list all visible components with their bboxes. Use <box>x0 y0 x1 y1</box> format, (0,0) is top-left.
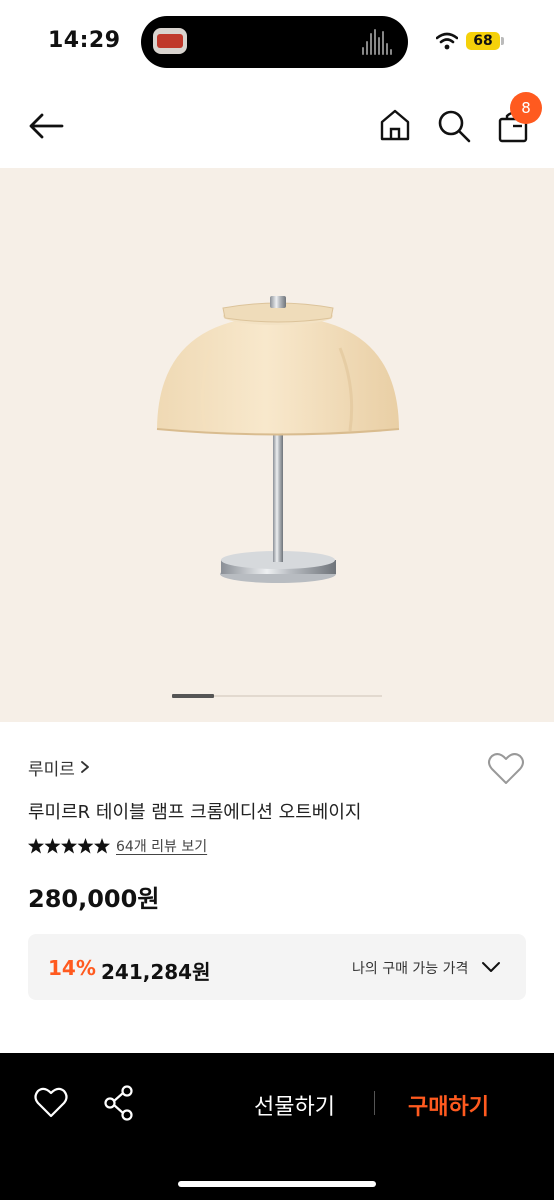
my-price-label: 나의 구매 가능 가격 <box>352 961 469 977</box>
my-price-value: 241,284원 <box>101 960 211 984</box>
wishlist-heart-icon[interactable] <box>487 752 525 786</box>
cart-count-badge: 8 <box>510 92 542 124</box>
star-icon <box>44 838 61 854</box>
star-icon <box>61 838 77 854</box>
battery-indicator: 68 <box>466 32 500 50</box>
dynamic-island <box>141 16 408 68</box>
gallery-pager-indicator <box>172 694 214 698</box>
status-bar: 14:29 68 <box>0 0 554 84</box>
now-playing-app-icon <box>153 28 187 54</box>
home-icon[interactable] <box>378 108 412 142</box>
my-price-panel[interactable]: 14% 241,284원 나의 구매 가능 가격 <box>28 934 526 1000</box>
product-title: 루미르R 테이블 램프 크롬에디션 오트베이지 <box>28 802 362 823</box>
buy-button[interactable]: 구매하기 <box>408 1089 489 1121</box>
table-lamp-image <box>156 296 400 583</box>
star-icon <box>28 838 44 854</box>
bottom-bar-divider <box>374 1091 375 1115</box>
search-icon[interactable] <box>436 108 472 144</box>
bottom-action-bar: 선물하기 구매하기 <box>0 1053 554 1200</box>
home-indicator[interactable] <box>178 1181 376 1187</box>
share-icon[interactable] <box>103 1085 135 1121</box>
wifi-icon <box>436 32 458 50</box>
rating-stars <box>28 838 110 854</box>
star-icon <box>77 838 94 854</box>
battery-tip <box>501 37 504 45</box>
star-icon <box>94 838 110 854</box>
like-heart-icon[interactable] <box>34 1087 68 1119</box>
review-link[interactable]: 64개 리뷰 보기 <box>116 836 207 856</box>
chevron-right-icon[interactable] <box>80 760 90 774</box>
discount-rate: 14% <box>48 956 96 980</box>
gift-button[interactable]: 선물하기 <box>254 1089 335 1121</box>
chevron-down-icon[interactable] <box>481 961 501 973</box>
brand-link[interactable]: 루미르 <box>28 755 75 780</box>
top-nav <box>0 84 554 168</box>
product-price: 280,000원 <box>28 885 160 913</box>
back-arrow-icon[interactable] <box>26 110 66 142</box>
audio-waveform-icon <box>362 29 392 55</box>
status-time: 14:29 <box>48 28 121 53</box>
product-image-gallery[interactable] <box>0 168 554 722</box>
